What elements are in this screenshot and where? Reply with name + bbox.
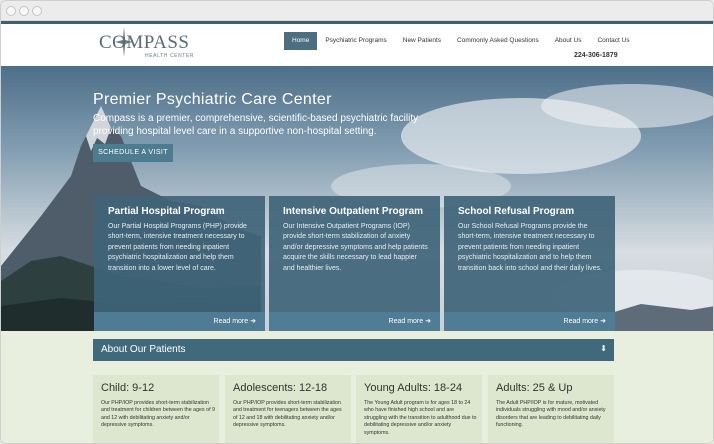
patient-box-title: Adults: 25 & Up xyxy=(496,382,573,394)
logo-wordmark: COMPASS xyxy=(99,32,190,53)
browser-frame: COMPASS HEALTH CENTER Home Psychiatric P… xyxy=(0,0,714,444)
patient-box-title: Young Adults: 18-24 xyxy=(364,382,463,394)
program-card-school-refusal: School Refusal Program Our School Refusa… xyxy=(444,196,615,331)
patient-box-title: Child: 9-12 xyxy=(101,382,155,394)
window-button-close[interactable] xyxy=(6,6,16,16)
site-header: COMPASS HEALTH CENTER Home Psychiatric P… xyxy=(1,24,713,66)
read-more-label: Read more xyxy=(563,318,599,325)
arrow-right-icon: ➜ xyxy=(425,318,431,325)
patient-box-body: The Adult PHP/IOP is for mature, motivat… xyxy=(496,400,606,429)
logo-subtitle: HEALTH CENTER xyxy=(145,53,195,59)
hero-subtitle: Compass is a premier, comprehensive, sci… xyxy=(93,113,419,137)
card-body: Our Intensive Outpatient Programs (IOP) … xyxy=(283,223,428,272)
card-title: Intensive Outpatient Program xyxy=(283,206,424,217)
nav-item-new-patients[interactable]: New Patients xyxy=(395,32,449,50)
program-card-iop: Intensive Outpatient Program Our Intensi… xyxy=(269,196,440,331)
patient-box-child: Child: 9-12 Our PHP/IOP provides short-t… xyxy=(93,375,219,443)
nav-item-faq[interactable]: Commonly Asked Questions xyxy=(449,32,547,50)
patient-box-young-adults: Young Adults: 18-24 The Young Adult prog… xyxy=(356,375,482,443)
card-title: Partial Hospital Program xyxy=(108,206,225,217)
read-more-link[interactable]: Read more ➜ xyxy=(444,312,615,331)
patient-box-body: Our PHP/IOP provides short-term stabiliz… xyxy=(233,400,342,429)
patient-box-body: Our PHP/IOP provides short-term stabiliz… xyxy=(101,400,215,429)
nav-item-about-us[interactable]: About Us xyxy=(547,32,590,50)
card-title: School Refusal Program xyxy=(458,206,575,217)
read-more-label: Read more xyxy=(388,318,424,325)
window-button-minimize[interactable] xyxy=(19,6,29,16)
program-card-php: Partial Hospital Program Our Partial Hos… xyxy=(94,196,265,331)
arrow-right-icon: ➜ xyxy=(600,318,606,325)
read-more-label: Read more xyxy=(213,318,249,325)
card-body: Our Partial Hospital Programs (PHP) prov… xyxy=(108,223,247,272)
hero-banner: Premier Psychiatric Care Center Compass … xyxy=(1,66,713,331)
about-title: About Our Patients xyxy=(101,344,186,355)
about-section: About Our Patients ⬇ Child: 9-12 Our PHP… xyxy=(1,331,713,443)
nav-item-home[interactable]: Home xyxy=(284,32,318,50)
schedule-visit-button[interactable]: SCHEDULE A VISIT xyxy=(93,144,173,162)
nav-item-contact-us[interactable]: Contact Us xyxy=(589,32,637,50)
nav-item-psychiatric-programs[interactable]: Psychiatric Programs xyxy=(317,32,394,50)
site-logo[interactable]: COMPASS HEALTH CENTER xyxy=(99,27,199,62)
arrow-down-icon: ⬇ xyxy=(600,344,607,353)
phone-number[interactable]: 224-306-1879 xyxy=(574,52,618,59)
patient-box-adults: Adults: 25 & Up The Adult PHP/IOP is for… xyxy=(488,375,614,443)
window-button-zoom[interactable] xyxy=(32,6,42,16)
main-nav: Home Psychiatric Programs New Patients C… xyxy=(284,32,638,50)
patient-box-adolescents: Adolescents: 12-18 Our PHP/IOP provides … xyxy=(225,375,351,443)
read-more-link[interactable]: Read more ➜ xyxy=(269,312,440,331)
hero-title: Premier Psychiatric Care Center xyxy=(93,91,332,108)
arrow-right-icon: ➜ xyxy=(250,318,256,325)
patient-box-body: The Young Adult program is for ages 18 t… xyxy=(364,400,477,436)
card-body: Our School Refusal Programs provide the … xyxy=(458,223,602,272)
about-accordion-header[interactable]: About Our Patients ⬇ xyxy=(93,339,614,361)
read-more-link[interactable]: Read more ➜ xyxy=(94,312,265,331)
patient-box-title: Adolescents: 12-18 xyxy=(233,382,328,394)
browser-chrome xyxy=(1,1,713,21)
